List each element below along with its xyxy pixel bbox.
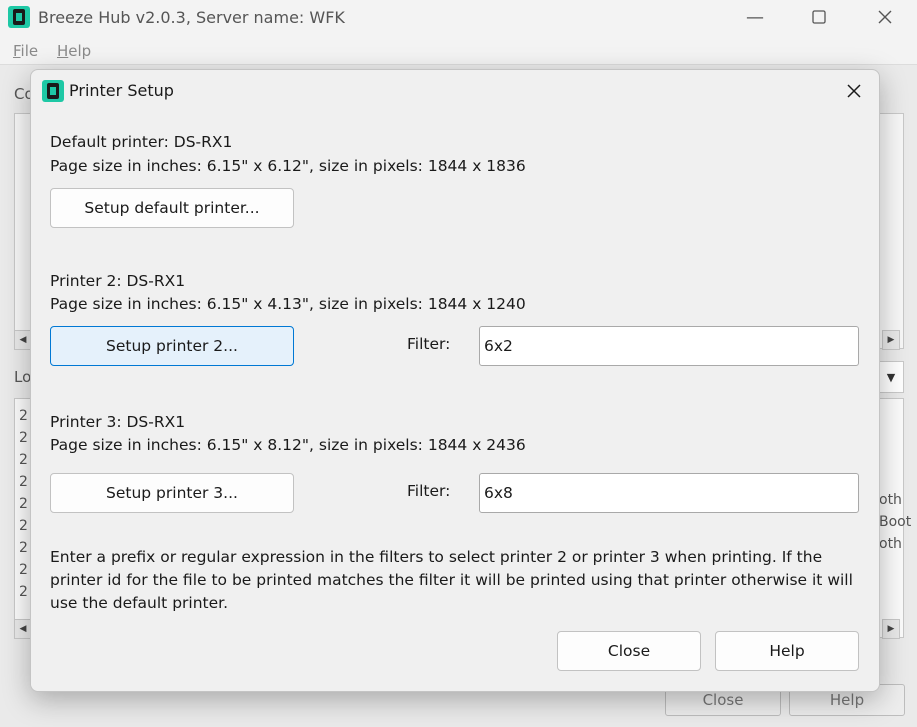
dialog-app-icon: [42, 80, 64, 102]
printer2-size: Page size in inches: 6.15" x 4.13", size…: [50, 295, 526, 313]
app-logo-icon: [8, 6, 30, 28]
printer3-filter-label: Filter:: [407, 482, 451, 500]
dialog-close-icon[interactable]: [839, 76, 869, 106]
minimize-icon[interactable]: —: [733, 0, 777, 34]
dropdown-chevron-icon[interactable]: ▼: [878, 361, 904, 393]
scroll-right-icon[interactable]: ▶: [882, 330, 900, 350]
printer3-filter-input[interactable]: 6x8: [479, 473, 859, 513]
menu-bar: [0, 38, 917, 64]
dialog-body: Default printer: DS-RX1 Page size in inc…: [31, 112, 879, 691]
main-window-title: Breeze Hub v2.0.3, Server name: WFK: [38, 8, 345, 27]
setup-printer3-button[interactable]: Setup printer 3...: [50, 473, 294, 513]
printer2-filter-label: Filter:: [407, 335, 451, 353]
setup-default-printer-button[interactable]: Setup default printer...: [50, 188, 294, 228]
menu-file[interactable]: File: [13, 42, 38, 60]
maximize-icon[interactable]: [797, 0, 841, 34]
dialog-close-button[interactable]: Close: [557, 631, 701, 671]
printer2-name: Printer 2: DS-RX1: [50, 272, 186, 290]
dialog-help-button[interactable]: Help: [715, 631, 859, 671]
default-printer-size: Page size in inches: 6.15" x 6.12", size…: [50, 157, 526, 175]
scroll-right-icon[interactable]: ▶: [882, 619, 900, 639]
printer3-size: Page size in inches: 6.15" x 8.12", size…: [50, 436, 526, 454]
log-fragment: oth: [879, 536, 902, 552]
printer-setup-dialog: Printer Setup Default printer: DS-RX1 Pa…: [30, 69, 880, 692]
log-fragment: oth: [879, 492, 902, 508]
menu-help[interactable]: Help: [57, 42, 91, 60]
setup-printer2-button[interactable]: Setup printer 2...: [50, 326, 294, 366]
default-printer-name: Default printer: DS-RX1: [50, 133, 233, 151]
window-close-icon[interactable]: [863, 0, 907, 34]
printer2-filter-input[interactable]: 6x2: [479, 326, 859, 366]
bg-log-label: Lo: [14, 368, 32, 386]
printer3-name: Printer 3: DS-RX1: [50, 413, 186, 431]
filter-help-text: Enter a prefix or regular expression in …: [50, 548, 853, 612]
log-fragment: Boot: [879, 514, 912, 530]
dialog-title: Printer Setup: [69, 81, 174, 100]
